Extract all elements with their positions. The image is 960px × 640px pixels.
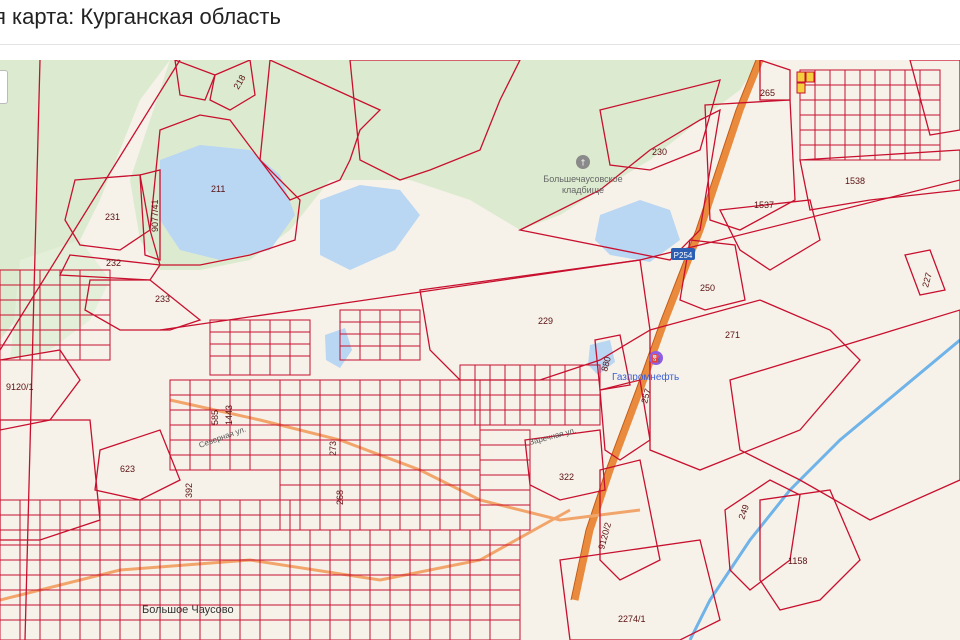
settlement-label: Большое Чаусово — [142, 604, 234, 616]
parcel-label: 230 — [652, 147, 667, 157]
map-view[interactable]: 218 211 231 9077/41 232 233 9120/1 623 3… — [0, 60, 960, 640]
svg-text:†: † — [581, 158, 585, 167]
parcel-label: 231 — [105, 212, 120, 222]
parcel-label: 9077/41 — [150, 199, 160, 232]
street-label: Северная ул. — [198, 425, 248, 450]
poi-label: кладбище — [562, 185, 604, 195]
parcel-label: 265 — [760, 88, 775, 98]
parcel-label: 227 — [920, 271, 934, 288]
parcel-label: 392 — [184, 483, 194, 498]
parcel-label: 271 — [725, 330, 740, 340]
svg-text:⛽: ⛽ — [651, 353, 661, 363]
parcel-label: 585 — [210, 410, 220, 425]
parcel-label: 9120/1 — [6, 382, 34, 392]
parcel-label: 9120/2 — [596, 521, 613, 550]
lake — [320, 185, 420, 270]
parcel-label: 229 — [538, 316, 553, 326]
map-canvas[interactable]: 218 211 231 9077/41 232 233 9120/1 623 3… — [0, 60, 960, 640]
parcel-label: 1537 — [754, 200, 774, 210]
svg-text:P254: P254 — [674, 251, 693, 260]
parcel-label: 268 — [335, 490, 345, 505]
highlighted-lots — [796, 71, 815, 94]
zoom-control[interactable] — [0, 70, 8, 104]
road — [0, 508, 571, 602]
header: я карта: Курганская область — [0, 0, 960, 45]
road-shield: P254 — [671, 248, 695, 260]
poi-label: Большечаусовское — [543, 174, 622, 184]
poi-label: Газпромнефть — [612, 371, 679, 383]
parcel-label: 233 — [155, 294, 170, 304]
parcel-label: 249 — [736, 503, 751, 521]
parcel-label: 322 — [559, 472, 574, 482]
page-title: я карта: Курганская область — [0, 4, 281, 29]
parcel-label: 273 — [328, 441, 338, 456]
parcel-label: 1158 — [788, 556, 807, 566]
parcel-label: 250 — [700, 283, 715, 293]
parcel-label: 232 — [106, 258, 121, 268]
street-label: Заречная ул. — [528, 426, 577, 447]
parcel-label: 1538 — [845, 176, 865, 186]
parcel-label: 1443 — [224, 405, 234, 425]
parcel-label: 2274/1 — [618, 614, 646, 624]
parcel-label: 211 — [211, 184, 225, 194]
parcel-label: 623 — [120, 464, 135, 474]
